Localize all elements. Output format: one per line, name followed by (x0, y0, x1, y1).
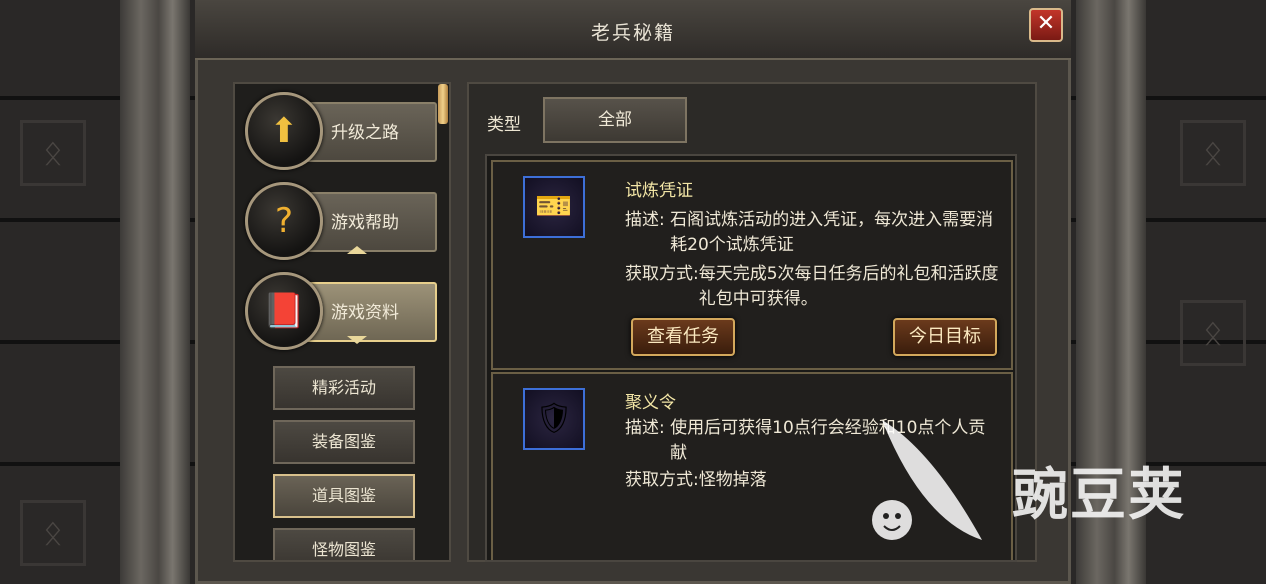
rune-carving-icon: ᛟ (20, 120, 86, 186)
trial-voucher-icon: 🎫 (523, 176, 585, 238)
item-list: 🎫 试炼凭证 描述: 石阁试炼活动的进入凭证，每次进入需要消耗20个试炼凭证 获… (485, 154, 1017, 562)
type-filter-label: 类型 (487, 115, 521, 135)
subcategory-items[interactable]: 道具图鉴 (273, 474, 415, 518)
category-label: 升级之路 (331, 123, 399, 143)
category-scrollbar[interactable] (438, 84, 448, 124)
alliance-token-icon: 🛡 (523, 388, 585, 450)
item-name: 聚义令 (625, 393, 676, 413)
source-label: 获取方式: (625, 264, 699, 284)
list-item: 🎫 试炼凭证 描述: 石阁试炼活动的进入凭证，每次进入需要消耗20个试炼凭证 获… (491, 160, 1013, 370)
source-label: 获取方式: (625, 470, 699, 490)
category-label: 游戏帮助 (331, 213, 399, 233)
view-task-button[interactable]: 查看任务 (631, 318, 735, 356)
subcategory-monsters[interactable]: 怪物图鉴 (273, 528, 415, 560)
daily-goal-button[interactable]: 今日目标 (893, 318, 997, 356)
data-book-icon: 📕 (245, 272, 323, 350)
carved-pillar-left (120, 0, 190, 584)
expand-arrow-icon (347, 336, 367, 344)
category-label: 游戏资料 (331, 303, 399, 323)
type-filter-dropdown[interactable]: 全部 (543, 97, 687, 143)
category-game-data[interactable]: 📕 游戏资料 (245, 272, 437, 350)
collapse-arrow-icon (347, 246, 367, 254)
subcategory-events[interactable]: 精彩活动 (273, 366, 415, 410)
item-source: 怪物掉落 (698, 470, 767, 490)
desc-label: 描述: (625, 418, 665, 438)
category-level-up[interactable]: ⬆ 升级之路 (245, 92, 437, 170)
close-button[interactable]: ✕ (1029, 8, 1063, 42)
level-up-scroll-icon: ⬆ (245, 92, 323, 170)
item-name: 试炼凭证 (625, 181, 693, 201)
rune-carving-icon: ᛟ (20, 500, 86, 566)
category-panel: ⬆ 升级之路 ? 游戏帮助 📕 游戏资料 精彩活动 装备图鉴 道具图鉴 怪物图鉴 (233, 82, 451, 562)
subcategory-equipment[interactable]: 装备图鉴 (273, 420, 415, 464)
carved-pillar-right (1076, 0, 1146, 584)
content-panel: 类型 全部 🎫 试炼凭证 描述: 石阁试炼活动的进入凭证，每次进入需要消耗20个… (467, 82, 1037, 562)
veteran-guide-window: 老兵秘籍 ✕ ⬆ 升级之路 ? 游戏帮助 📕 游戏资料 精彩活动 装备图鉴 道具… (195, 0, 1071, 584)
rune-carving-icon: ᛟ (1180, 120, 1246, 186)
window-title: 老兵秘籍 (590, 22, 675, 44)
item-description: 使用后可获得10点行会经验和10点个人贡献 (670, 418, 986, 463)
category-game-help[interactable]: ? 游戏帮助 (245, 182, 437, 260)
help-book-icon: ? (245, 182, 323, 260)
item-source: 每天完成5次每日任务后的礼包和活跃度礼包中可获得。 (698, 264, 999, 309)
item-description: 石阁试炼活动的进入凭证，每次进入需要消耗20个试炼凭证 (670, 210, 994, 255)
list-item: 🛡 聚义令 描述: 使用后可获得10点行会经验和10点个人贡献 获取方式:怪物掉… (491, 372, 1013, 560)
rune-carving-icon: ᛟ (1180, 300, 1246, 366)
title-bar: 老兵秘籍 ✕ (195, 0, 1071, 60)
desc-label: 描述: (625, 210, 665, 230)
